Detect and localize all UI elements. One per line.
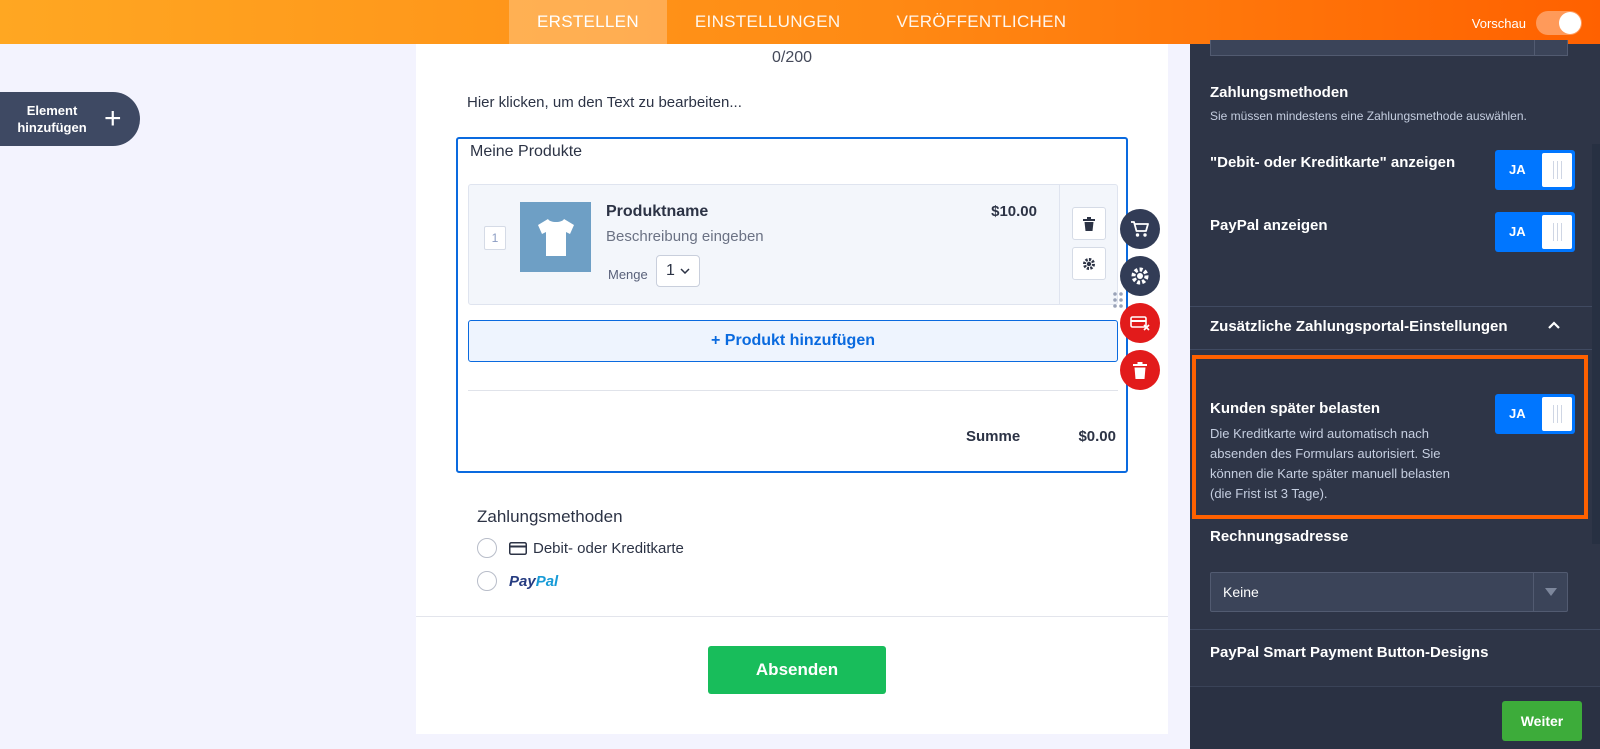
gear-icon — [1083, 257, 1095, 270]
add-element-label: Element hinzufügen — [0, 102, 104, 136]
preview-control: Vorschau — [1472, 11, 1582, 35]
charge-later-label: Kunden später belasten — [1210, 400, 1381, 417]
preview-toggle-knob — [1559, 12, 1581, 34]
preview-toggle[interactable] — [1536, 11, 1582, 35]
toggle-yes-label: JA — [1509, 224, 1526, 239]
quantity-label: Menge — [608, 267, 648, 282]
panel-separator — [1190, 629, 1600, 630]
credit-card-icon — [509, 541, 527, 555]
add-element-label-line1: Element — [26, 103, 78, 118]
paypal-button-designs-heading[interactable]: PayPal Smart Payment Button-Designs — [1210, 644, 1488, 661]
drag-handle-icon[interactable] — [1112, 291, 1124, 309]
cart-tool-button[interactable] — [1120, 209, 1160, 249]
remove-payment-tool-button[interactable] — [1120, 303, 1160, 343]
panel-top-select[interactable] — [1210, 40, 1568, 56]
radio-paypal[interactable] — [477, 571, 497, 591]
payment-option-card[interactable]: Debit- oder Kreditkarte — [477, 538, 684, 558]
product-number: 1 — [484, 226, 506, 250]
billing-address-select[interactable]: Keine — [1210, 572, 1568, 612]
product-list-widget[interactable]: Meine Produkte 1 Produktname Beschreibun… — [456, 137, 1128, 473]
billing-select-arrow — [1533, 573, 1567, 611]
product-settings-button[interactable] — [1072, 247, 1106, 280]
panel-separator — [1190, 349, 1600, 350]
show-paypal-label: PayPal anzeigen — [1210, 217, 1328, 234]
shopping-cart-icon — [1131, 221, 1149, 237]
sum-label: Summe — [966, 428, 1021, 445]
chevron-up-icon[interactable] — [1546, 317, 1562, 333]
properties-panel: Zahlungsmethoden Sie müssen mindestens e… — [1190, 40, 1600, 749]
payment-methods-heading: Zahlungsmethoden — [1210, 84, 1349, 101]
form-canvas: 0/200 Hier klicken, um den Text zu bearb… — [416, 44, 1168, 734]
add-element-button[interactable]: Element hinzufügen + — [0, 92, 140, 146]
next-button[interactable]: Weiter — [1502, 701, 1582, 741]
card-remove-icon — [1130, 316, 1150, 331]
product-image — [520, 202, 591, 272]
toggle-yes-label: JA — [1509, 162, 1526, 177]
tshirt-icon — [537, 219, 574, 256]
toggle-knob — [1542, 397, 1572, 431]
preview-label: Vorschau — [1471, 15, 1526, 31]
product-price[interactable]: $10.00 — [991, 203, 1037, 220]
top-navigation-bar: ERSTELLEN EINSTELLUNGEN VERÖFFENTLICHEN … — [0, 0, 1600, 44]
trash-icon — [1133, 361, 1147, 379]
toggle-yes-label: JA — [1509, 406, 1526, 421]
show-card-label: "Debit- oder Kreditkarte" anzeigen — [1210, 154, 1456, 171]
payment-methods-hint: Sie müssen mindestens eine Zahlungsmetho… — [1210, 109, 1527, 123]
payment-option-card-label: Debit- oder Kreditkarte — [533, 539, 684, 557]
settings-tool-button[interactable] — [1120, 256, 1160, 296]
tab-erstellen[interactable]: ERSTELLEN — [509, 0, 667, 44]
extra-settings-heading[interactable]: Zusätzliche Zahlungsportal-Einstellungen — [1210, 318, 1508, 335]
toggle-knob — [1542, 153, 1572, 187]
panel-footer: Weiter — [1190, 686, 1600, 749]
radio-card[interactable] — [477, 538, 497, 558]
panel-scrollbar[interactable] — [1592, 144, 1600, 544]
add-product-button[interactable]: + Produkt hinzufügen — [468, 320, 1118, 362]
product-name[interactable]: Produktname — [606, 203, 708, 221]
editable-text-field[interactable]: Hier klicken, um den Text zu bearbeiten.… — [467, 94, 742, 111]
toggle-knob — [1542, 215, 1572, 249]
panel-top-select-arrow — [1534, 40, 1567, 55]
delete-product-button[interactable] — [1072, 207, 1106, 240]
add-element-label-line2: hinzufügen — [17, 120, 87, 135]
charge-later-description: Die Kreditkarte wird automatisch nach ab… — [1210, 426, 1450, 501]
submit-button[interactable]: Absenden — [708, 646, 886, 694]
show-paypal-toggle[interactable]: JA — [1495, 212, 1575, 252]
tab-veroeffentlichen[interactable]: VERÖFFENTLICHEN — [869, 0, 1095, 44]
payment-option-paypal[interactable]: PayPal — [477, 571, 558, 591]
quantity-value: 1 — [666, 262, 675, 279]
products-divider — [468, 390, 1118, 391]
billing-address-value: Keine — [1223, 584, 1259, 600]
character-counter: 0/200 — [771, 49, 813, 66]
paypal-logo: PayPal — [509, 572, 559, 590]
plus-icon: + — [104, 102, 122, 135]
show-card-toggle[interactable]: JA — [1495, 150, 1575, 190]
product-description[interactable]: Beschreibung eingeben — [606, 228, 764, 245]
form-divider — [416, 616, 1168, 617]
gear-icon — [1131, 267, 1149, 285]
sum-value: $0.00 — [1078, 428, 1116, 445]
quantity-select[interactable]: 1 — [656, 255, 700, 287]
billing-address-label: Rechnungsadresse — [1210, 528, 1349, 545]
chevron-down-icon — [680, 268, 690, 274]
charge-later-toggle[interactable]: JA — [1495, 394, 1575, 434]
delete-widget-button[interactable] — [1120, 350, 1160, 390]
trash-icon — [1083, 216, 1095, 231]
product-actions — [1059, 185, 1117, 304]
product-item: 1 Produktname Beschreibung eingeben Meng… — [468, 184, 1118, 305]
builder-tabs: ERSTELLEN EINSTELLUNGEN VERÖFFENTLICHEN — [509, 0, 1094, 44]
products-title: Meine Produkte — [470, 143, 583, 160]
caret-down-icon — [1544, 588, 1557, 596]
payment-methods-title: Zahlungsmethoden — [477, 507, 623, 526]
tab-einstellungen[interactable]: EINSTELLUNGEN — [667, 0, 869, 44]
panel-separator — [1190, 306, 1600, 307]
